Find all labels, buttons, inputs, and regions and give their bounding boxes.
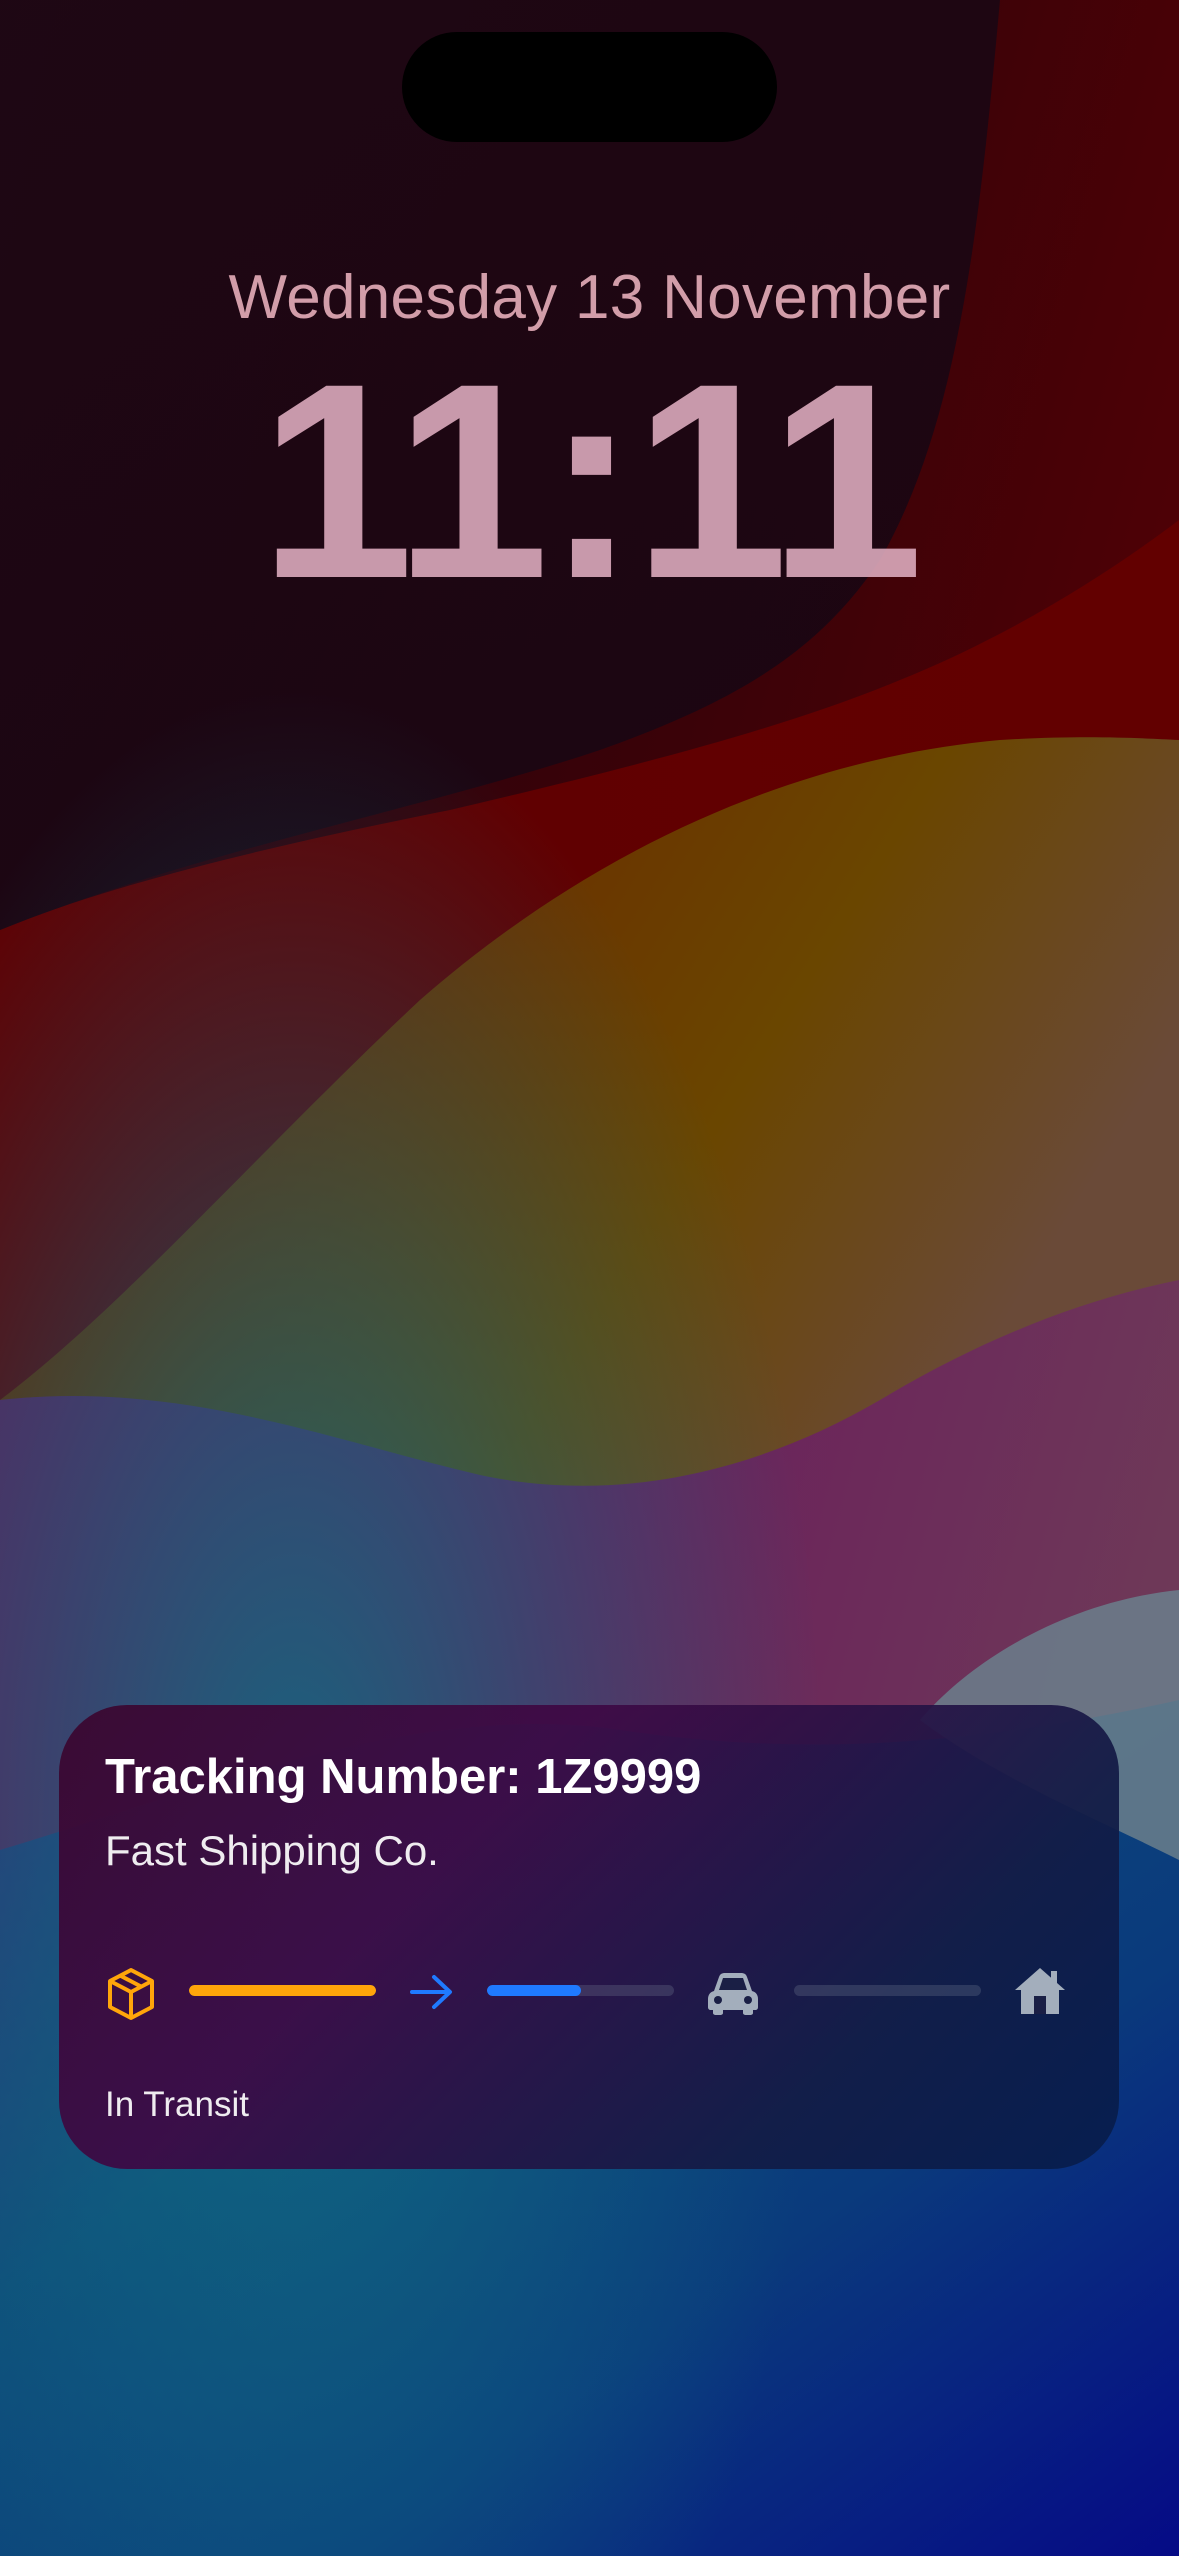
lock-screen-date: Wednesday 13 November [228,263,951,332]
progress-segment-2 [487,1985,674,1996]
car-icon [708,1973,758,2015]
lock-screen-time: 11:11 [259,325,923,636]
tracking-number-title: Tracking Number: 1Z9999 [105,1750,702,1804]
progress-segment-3 [794,1985,981,1996]
shipment-status: In Transit [105,2085,249,2124]
package-icon [108,1968,154,2020]
progress-segment-1-fill [189,1985,376,1996]
progress-segment-1 [189,1985,376,1996]
dynamic-island [402,32,777,142]
house-icon [1015,1968,1065,2014]
progress-segment-2-fill [487,1985,581,1996]
package-tracking-live-activity[interactable]: Tracking Number: 1Z9999 Fast Shipping Co… [59,1705,1119,2169]
carrier-name: Fast Shipping Co. [105,1827,439,1874]
arrow-right-icon [410,1975,452,2009]
